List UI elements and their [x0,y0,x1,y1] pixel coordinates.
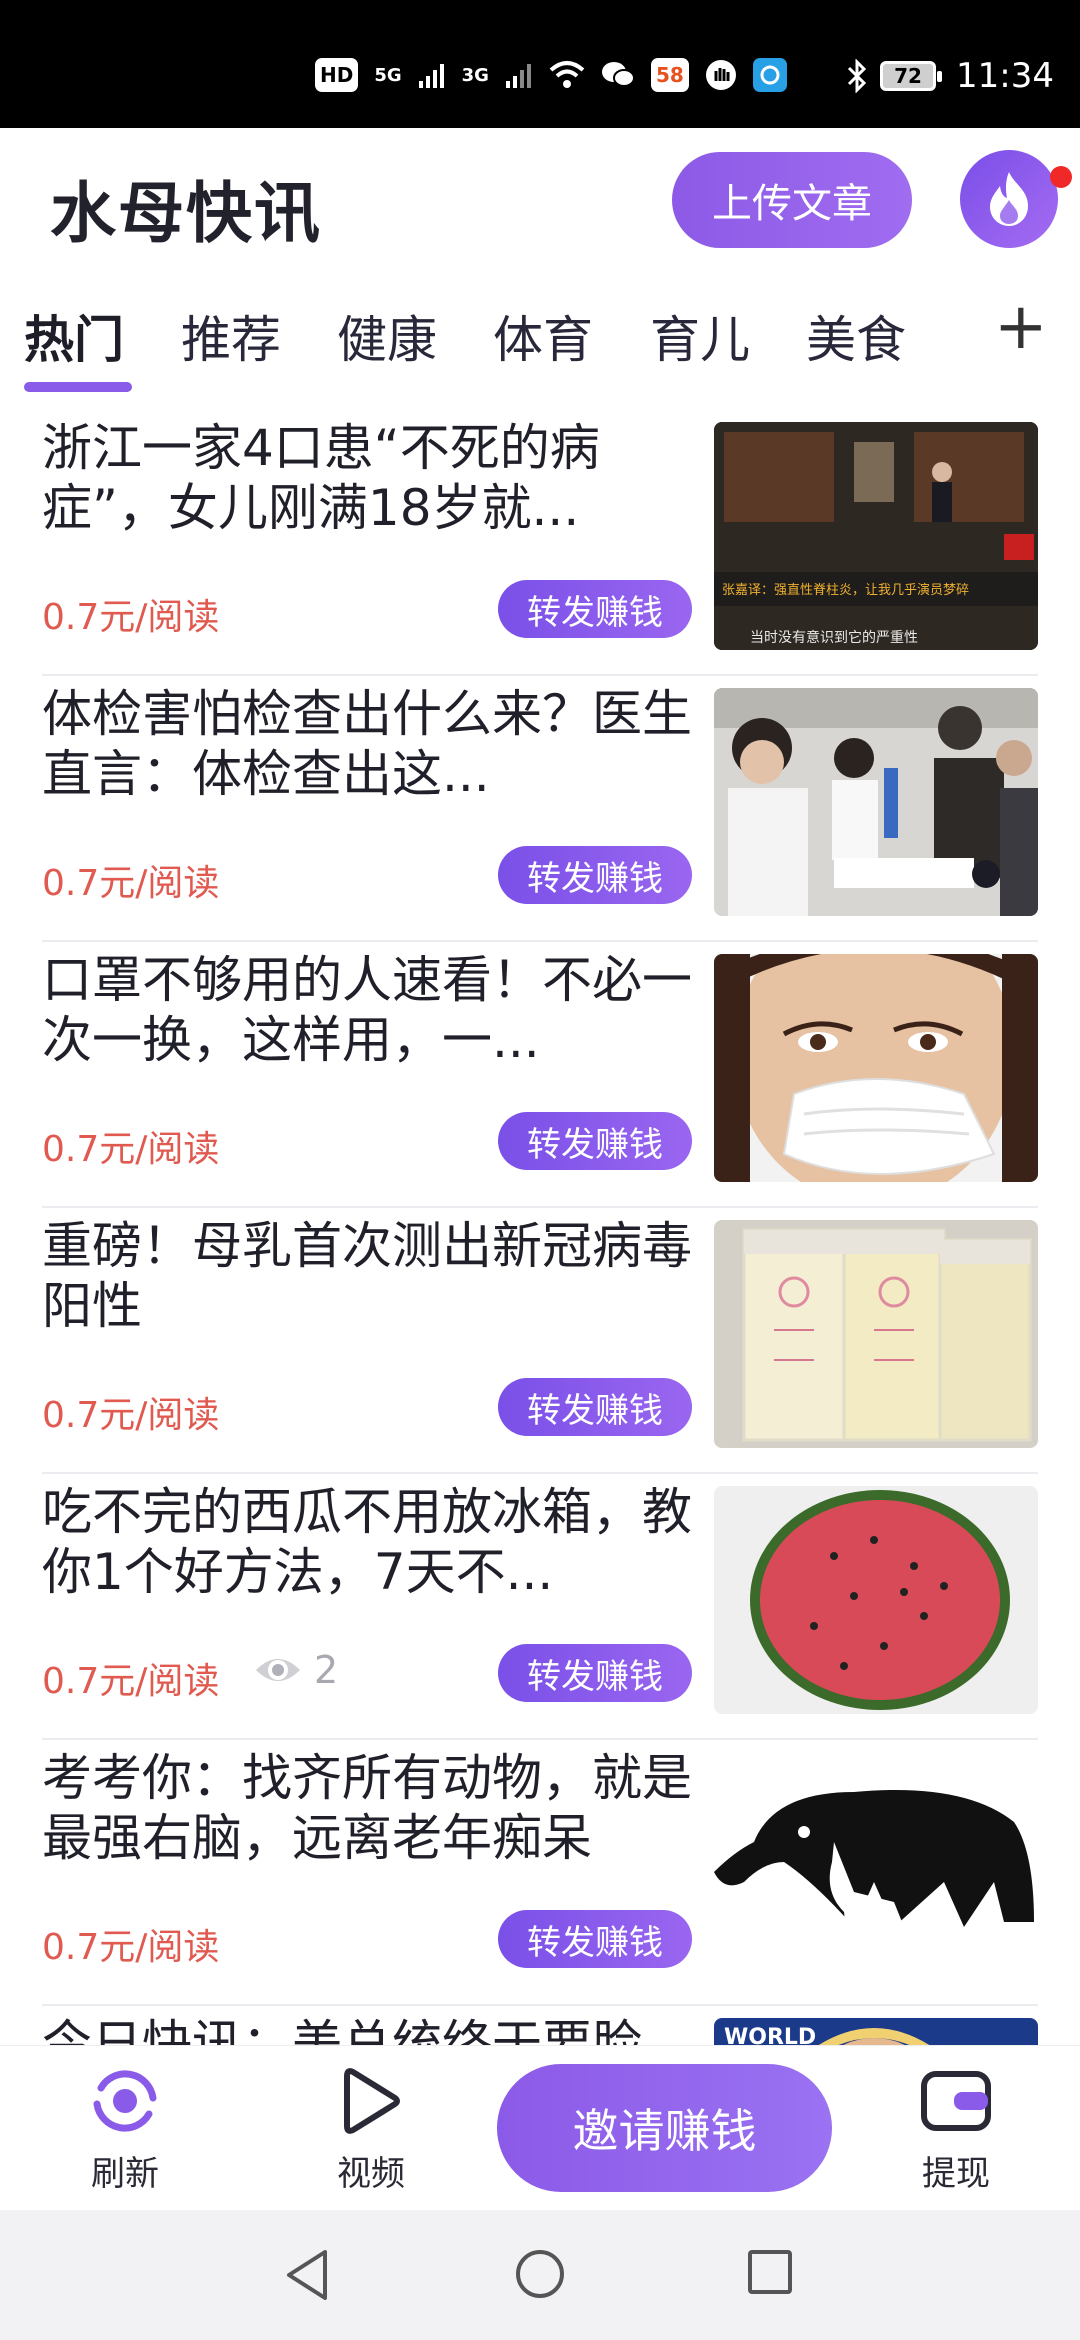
thumbnail-caption: WORLD [724,2025,816,2045]
back-icon[interactable] [283,2248,333,2302]
article-card[interactable]: 吃不完的西瓜不用放冰箱，教你1个好方法，7天不... 0.7元/阅读 2 转发赚… [42,1474,1038,1740]
bottom-navigation: 刷新 视频 邀请赚钱 提现 [0,2045,1080,2210]
invite-earn-button[interactable]: 邀请赚钱 [497,2064,832,2192]
app-screen: HD 5G 3G 58 72 11:34 水母快讯 上传文章 热门 推荐 健康 … [0,0,1080,2340]
battery-icon: 72 [880,61,943,91]
article-thumbnail[interactable]: 张嘉译：强直性脊柱炎，让我几乎演员梦碎 当时没有意识到它的严重性 [714,422,1038,650]
tab-sports[interactable]: 体育 [493,300,593,372]
tab-health[interactable]: 健康 [337,300,437,372]
article-feed[interactable]: 浙江一家4口患“不死的病症”，女儿刚满18岁就... 0.7元/阅读 转发赚钱 … [0,400,1080,2045]
hd-icon: HD [315,58,359,92]
tab-recommend[interactable]: 推荐 [181,300,281,372]
nav-refresh[interactable]: 刷新 [55,2066,195,2195]
share-earn-button[interactable]: 转发赚钱 [498,1378,692,1436]
home-icon[interactable] [514,2248,566,2300]
tab-food[interactable]: 美食 [806,300,906,372]
signal-bars-2-icon [505,64,531,88]
signal-bars-icon [418,64,444,88]
article-title[interactable]: 吃不完的西瓜不用放冰箱，教你1个好方法，7天不... [42,1482,697,1602]
share-earn-button[interactable]: 转发赚钱 [498,846,692,904]
recent-apps-icon[interactable] [746,2248,794,2296]
article-title[interactable]: 体检害怕检查出什么来？医生直言：体检查出这... [42,684,697,804]
hand-icon [705,60,736,90]
share-earn-button[interactable]: 转发赚钱 [498,1644,692,1702]
status-icons: HD 5G 3G 58 [315,58,787,92]
browser-icon [752,58,787,92]
thumbnail-caption: 张嘉译：强直性脊柱炎，让我几乎演员梦碎 [722,582,969,598]
system-navigation [0,2210,1080,2340]
article-price: 0.7元/阅读 [42,597,220,638]
tab-parenting[interactable]: 育儿 [650,300,750,372]
view-count: 2 [254,1648,338,1692]
article-thumbnail[interactable] [714,1486,1038,1714]
article-card[interactable]: 体检害怕检查出什么来？医生直言：体检查出这... 0.7元/阅读 转发赚钱 [42,676,1038,942]
article-price: 0.7元/阅读 [42,1129,220,1170]
article-price: 0.7元/阅读 [42,1395,220,1436]
article-title[interactable]: 浙江一家4口患“不死的病症”，女儿刚满18岁就... [42,418,697,538]
nav-video[interactable]: 视频 [301,2066,441,2195]
article-thumbnail[interactable] [714,688,1038,916]
article-title[interactable]: 口罩不够用的人速看！不必一次一换，这样用，一... [42,950,697,1070]
share-earn-button[interactable]: 转发赚钱 [498,1910,692,1968]
signal-3g-icon: 3G [461,64,489,86]
refresh-icon [93,2070,157,2132]
notification-dot [1050,166,1072,188]
clock: 11:34 [956,56,1054,96]
wifi-icon [549,61,585,88]
article-card[interactable]: 今日快讯：美总统终于要脸 WORLD [42,2006,1038,2045]
wallet-icon [921,2071,991,2131]
category-tabs: 热门 推荐 健康 体育 育儿 美食 + [0,290,1080,400]
nav-video-label: 视频 [337,2154,405,2194]
tab-hot[interactable]: 热门 [24,300,124,372]
share-earn-button[interactable]: 转发赚钱 [498,1112,692,1170]
article-title[interactable]: 今日快讯：美总统终于要脸 [42,2014,697,2045]
bluetooth-icon [847,59,867,93]
hot-fire-button[interactable] [960,150,1058,248]
article-price: 0.7元/阅读 [42,1661,220,1702]
play-icon [344,2068,400,2134]
thumbnail-subtitle: 当时没有意识到它的严重性 [750,629,918,646]
article-title[interactable]: 重磅！母乳首次测出新冠病毒阳性 [42,1216,697,1336]
view-count-value: 2 [314,1648,339,1692]
article-thumbnail[interactable]: WORLD [714,2018,1038,2045]
article-card[interactable]: 浙江一家4口患“不死的病症”，女儿刚满18岁就... 0.7元/阅读 转发赚钱 … [42,410,1038,676]
active-tab-indicator [24,382,132,392]
share-earn-button[interactable]: 转发赚钱 [498,580,692,638]
app-header: 水母快讯 上传文章 [0,128,1080,283]
nav-withdraw[interactable]: 提现 [886,2066,1026,2195]
article-card[interactable]: 口罩不够用的人速看！不必一次一换，这样用，一... 0.7元/阅读 转发赚钱 [42,942,1038,1208]
fire-icon [990,172,1028,226]
signal-5g-icon: 5G [374,64,402,86]
article-thumbnail[interactable] [714,1220,1038,1448]
app-title: 水母快讯 [50,175,322,252]
nav-refresh-label: 刷新 [91,2154,159,2194]
add-tab-button[interactable]: + [994,290,1048,364]
article-price: 0.7元/阅读 [42,1927,220,1968]
wechat-icon [601,62,635,87]
nav-withdraw-label: 提现 [922,2154,990,2194]
article-thumbnail[interactable] [714,1752,1038,1980]
upload-article-button[interactable]: 上传文章 [672,152,912,248]
article-card[interactable]: 考考你：找齐所有动物，就是最强右脑，远离老年痴呆 0.7元/阅读 转发赚钱 [42,1740,1038,2006]
article-price: 0.7元/阅读 [42,863,220,904]
app-58-icon: 58 [650,58,689,92]
status-right: 72 11:34 [846,56,1054,96]
article-card[interactable]: 重磅！母乳首次测出新冠病毒阳性 0.7元/阅读 转发赚钱 [42,1208,1038,1474]
article-title[interactable]: 考考你：找齐所有动物，就是最强右脑，远离老年痴呆 [42,1748,697,1868]
status-bar: HD 5G 3G 58 72 11:34 [0,0,1080,128]
eye-icon [256,1659,300,1681]
article-thumbnail[interactable] [714,954,1038,1182]
